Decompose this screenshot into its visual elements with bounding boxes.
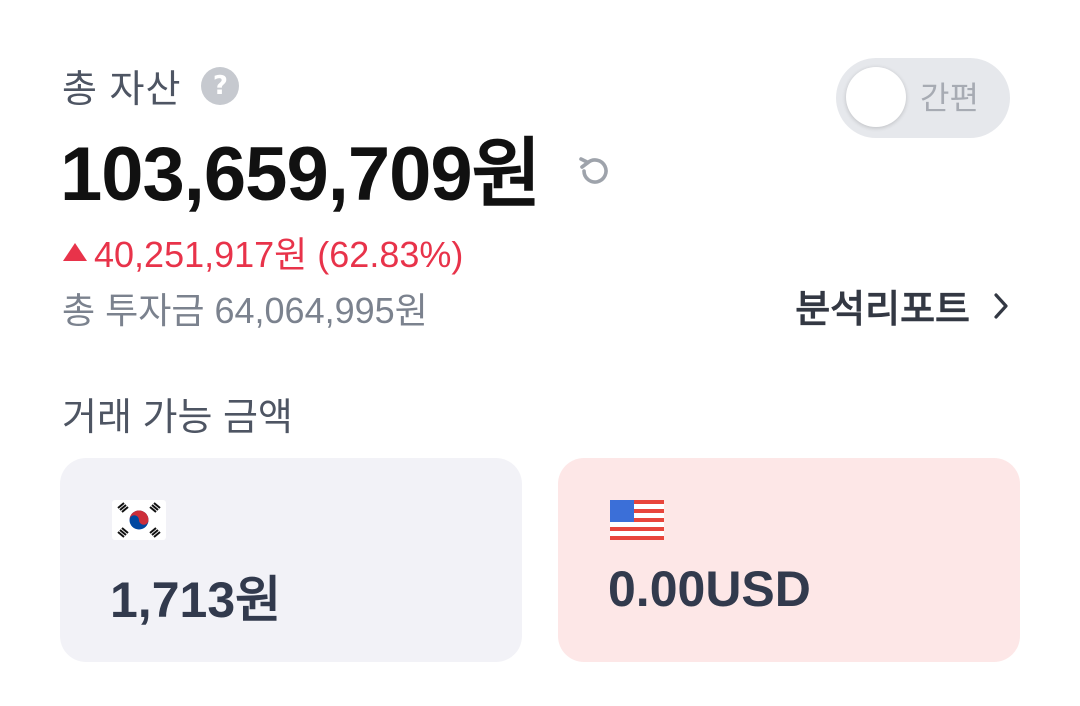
available-amount-title: 거래 가능 금액 [62, 397, 293, 439]
total-amount-row: 103,659,709원 [60, 112, 615, 222]
krw-balance-card[interactable]: 1,713원 [60, 458, 522, 662]
profit-change-value: 40,251,917원 (62.83%) [94, 234, 464, 275]
help-icon[interactable]: ? [201, 66, 240, 105]
total-assets-label: 총 자산 [62, 69, 182, 111]
analysis-report-link[interactable]: 분석리포트 [795, 278, 1010, 333]
analysis-report-label: 분석리포트 [795, 289, 970, 331]
total-assets-header: 총 자산 ? [62, 58, 240, 113]
usd-balance-amount: 0.00USD [608, 561, 811, 617]
us-flag-icon [610, 500, 664, 540]
simple-mode-toggle[interactable]: 간편 [836, 58, 1010, 138]
refresh-icon[interactable] [575, 151, 615, 191]
total-assets-amount: 103,659,709원 [60, 132, 542, 217]
korea-flag-icon [112, 500, 166, 540]
triangle-up-icon [63, 243, 87, 261]
total-investment: 총 투자금 64,064,995원 [62, 290, 428, 331]
chevron-right-icon [994, 292, 1008, 319]
toggle-knob [846, 67, 906, 127]
usd-balance-card[interactable]: 0.00USD [558, 458, 1020, 662]
krw-balance-amount: 1,713원 [110, 572, 282, 628]
profit-change: 40,251,917원 (62.83%) [62, 226, 463, 278]
toggle-label: 간편 [920, 80, 979, 116]
